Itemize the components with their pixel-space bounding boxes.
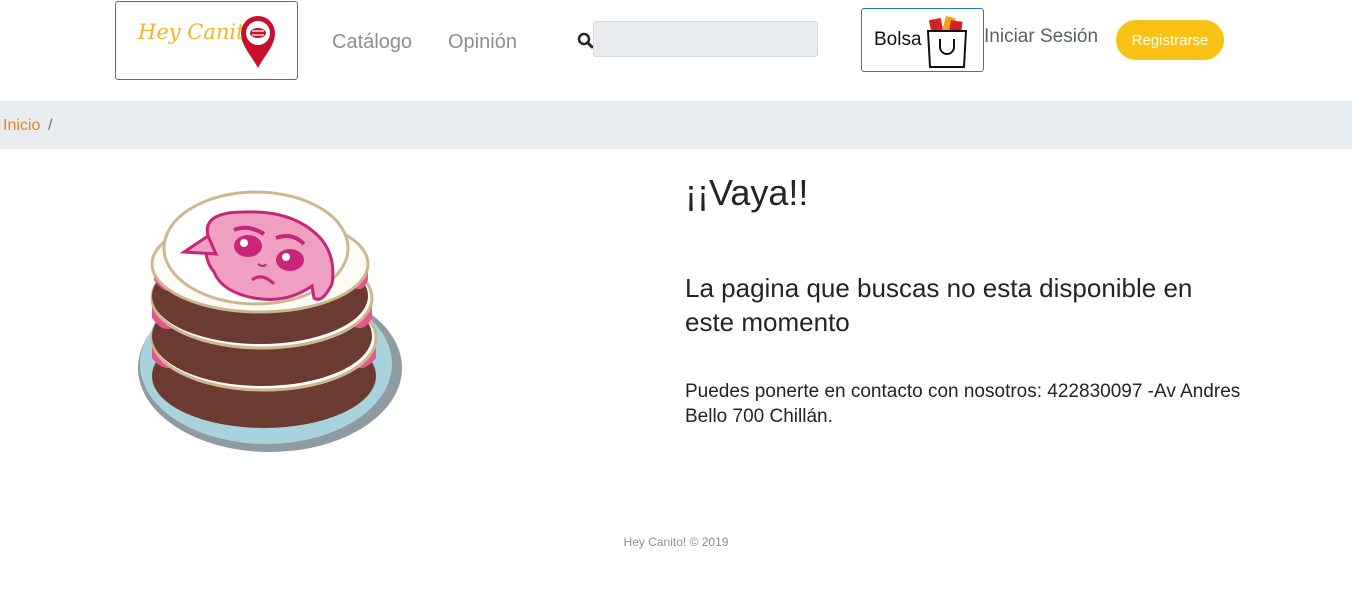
register-button[interactable]: Registrarse bbox=[1116, 20, 1224, 60]
bag-label: Bolsa bbox=[874, 29, 922, 50]
breadcrumb-home[interactable]: Inicio bbox=[3, 117, 40, 135]
nav-catalogo[interactable]: Catálogo bbox=[332, 31, 412, 54]
contact-info: Puedes ponerte en contacto con nosotros:… bbox=[685, 381, 1241, 427]
footer-copyright: Hey Canito! © 2019 bbox=[623, 535, 729, 549]
page-title: ¡¡Vaya!! bbox=[685, 172, 809, 213]
nav-opinion[interactable]: Opinión bbox=[448, 31, 517, 54]
search-input[interactable] bbox=[593, 21, 818, 57]
map-pin-icon bbox=[241, 16, 275, 69]
sad-cake-illustration bbox=[138, 190, 402, 452]
login-link[interactable]: Iniciar Sesión bbox=[984, 26, 1098, 48]
logo[interactable]: Hey Canito! bbox=[115, 1, 298, 80]
bag-button[interactable]: Bolsa bbox=[861, 8, 984, 72]
breadcrumb: Inicio / bbox=[0, 101, 1352, 149]
shopping-bag-icon bbox=[926, 15, 968, 68]
page-subtitle: La pagina que buscas no esta disponible … bbox=[685, 273, 1193, 337]
breadcrumb-separator: / bbox=[48, 117, 53, 134]
